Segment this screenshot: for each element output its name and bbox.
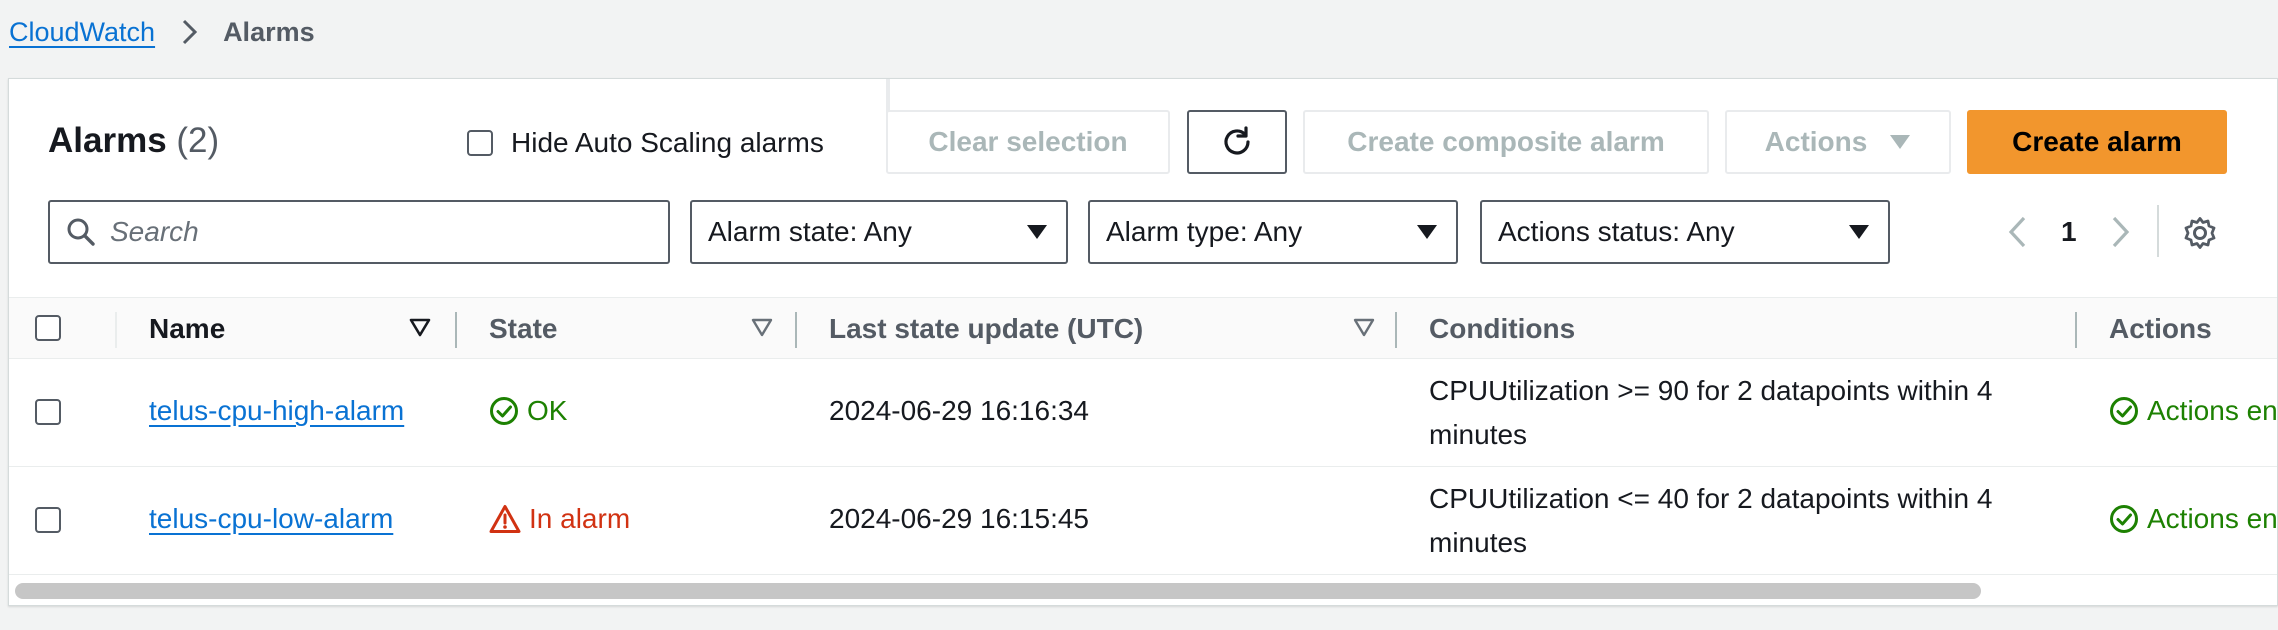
pagination: 1 [2007, 200, 2131, 264]
actions-label: Actions [1764, 126, 1868, 157]
column-separator [1395, 312, 1397, 348]
column-header-name[interactable]: Name [149, 298, 225, 360]
column-actions-label: Actions [2109, 313, 2212, 344]
alarms-panel: Alarms (2) Hide Auto Scaling alarms Clea… [8, 78, 2278, 606]
condition-line: minutes [1429, 419, 1528, 450]
actions-status-select[interactable]: Actions status: Any [1480, 200, 1890, 264]
condition-text: CPUUtilization >= 90 for 2 datapoints wi… [1429, 369, 2049, 457]
search-input[interactable] [110, 216, 668, 248]
table-row: telus-cpu-low-alarm In alarm 2024-06-29 … [9, 467, 2278, 575]
column-last-update-label: Last state update (UTC) [829, 313, 1144, 344]
check-circle-icon [2109, 396, 2139, 426]
breadcrumb-current: Alarms [223, 16, 315, 47]
column-separator [115, 312, 117, 348]
scrollbar-thumb[interactable] [15, 583, 1981, 599]
chevron-right-icon[interactable] [2111, 215, 2131, 249]
column-header-last-update[interactable]: Last state update (UTC) [829, 298, 1143, 360]
refresh-icon [1219, 124, 1255, 160]
table-header: Name State Last state update (UTC) Condi… [9, 297, 2277, 360]
table-row: telus-cpu-high-alarm OK 2024-06-29 16:16… [9, 359, 2278, 467]
caret-down-icon [1416, 224, 1438, 240]
divider [2157, 205, 2159, 257]
actions-status: Actions enabled [2109, 503, 2278, 535]
clear-selection-button[interactable]: Clear selection [886, 110, 1170, 174]
actions-status-text: Actions enabled [2147, 503, 2278, 534]
status-badge: In alarm [489, 503, 630, 535]
actions-status-label: Actions status: Any [1498, 216, 1735, 247]
condition-line: minutes [1429, 527, 1528, 558]
alarm-name-link[interactable]: telus-cpu-low-alarm [149, 503, 393, 535]
column-separator [2075, 312, 2077, 348]
column-conditions-label: Conditions [1429, 313, 1576, 344]
chevron-left-icon[interactable] [2007, 215, 2027, 249]
refresh-button[interactable] [1187, 110, 1287, 174]
warning-icon [489, 504, 521, 534]
select-all-checkbox[interactable] [35, 315, 61, 341]
row-checkbox[interactable] [35, 507, 61, 533]
column-header-state[interactable]: State [489, 298, 557, 360]
column-name-label: Name [149, 313, 226, 344]
breadcrumb-cloudwatch-link[interactable]: CloudWatch [9, 17, 155, 48]
actions-status-text: Actions enabled [2147, 395, 2278, 426]
column-header-actions: Actions [2109, 298, 2212, 360]
caret-down-icon [1026, 224, 1048, 240]
actions-dropdown-button[interactable]: Actions [1725, 110, 1951, 174]
breadcrumb: CloudWatch Alarms [9, 14, 315, 50]
condition-line: CPUUtilization <= 40 for 2 datapoints wi… [1429, 483, 1993, 514]
last-update-value: 2024-06-29 16:16:34 [829, 395, 1089, 426]
alarm-type-select[interactable]: Alarm type: Any [1088, 200, 1458, 264]
column-state-label: State [489, 313, 558, 344]
check-circle-icon [489, 396, 519, 426]
search-box[interactable] [48, 200, 670, 264]
condition-text: CPUUtilization <= 40 for 2 datapoints wi… [1429, 477, 2049, 565]
hide-autoscaling-checkbox[interactable] [467, 130, 493, 156]
state-text: OK [527, 395, 568, 426]
alarm-type-label: Alarm type: Any [1106, 216, 1303, 247]
sort-down-icon[interactable] [409, 316, 431, 338]
alarm-count: (2) [176, 121, 220, 160]
alarm-name-link[interactable]: telus-cpu-high-alarm [149, 395, 404, 427]
create-alarm-button[interactable]: Create alarm [1967, 110, 2227, 174]
caret-down-icon [1889, 134, 1911, 150]
alarm-state-label: Alarm state: Any [708, 216, 912, 247]
check-circle-icon [2109, 504, 2139, 534]
search-icon [66, 217, 96, 247]
status-badge: OK [489, 395, 567, 427]
create-composite-alarm-button[interactable]: Create composite alarm [1303, 110, 1709, 174]
last-update-value: 2024-06-29 16:15:45 [829, 503, 1089, 534]
chevron-right-icon [175, 17, 205, 47]
title-text: Alarms [48, 121, 167, 160]
state-text: In alarm [529, 503, 631, 534]
sort-icon[interactable] [751, 316, 773, 338]
column-header-conditions: Conditions [1429, 298, 1575, 360]
alarm-state-select[interactable]: Alarm state: Any [690, 200, 1068, 264]
caret-down-icon [1848, 224, 1870, 240]
sort-icon[interactable] [1353, 316, 1375, 338]
hide-autoscaling-toggle[interactable]: Hide Auto Scaling alarms [467, 127, 824, 159]
actions-status: Actions enabled [2109, 395, 2278, 427]
column-separator [795, 312, 797, 348]
hide-autoscaling-label: Hide Auto Scaling alarms [511, 127, 824, 158]
gear-icon[interactable] [2183, 216, 2217, 250]
condition-line: CPUUtilization >= 90 for 2 datapoints wi… [1429, 375, 1993, 406]
horizontal-scrollbar[interactable] [9, 577, 2277, 605]
page-number[interactable]: 1 [2061, 216, 2077, 248]
column-separator [455, 312, 457, 348]
page-title: Alarms (2) [48, 121, 219, 161]
row-checkbox[interactable] [35, 399, 61, 425]
